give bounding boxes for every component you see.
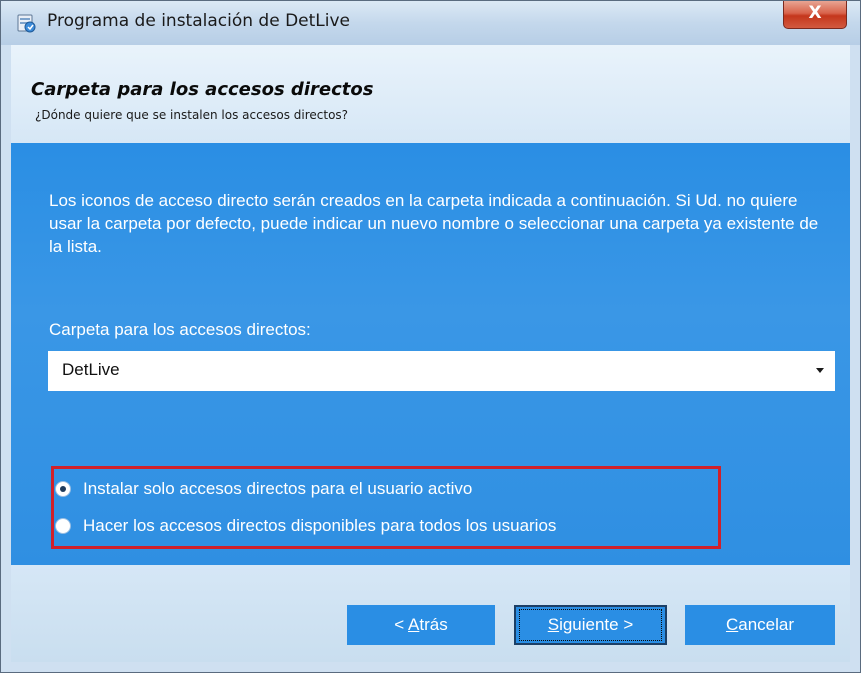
back-button-label: < Atrás (394, 615, 448, 634)
window-title: Programa de instalación de DetLive (47, 11, 351, 31)
radio-current-user[interactable]: Instalar solo accesos directos para el u… (53, 475, 472, 503)
chevron-down-icon[interactable] (813, 363, 827, 377)
next-button-label: Siguiente > (547, 615, 634, 634)
description-text: Los iconos de acceso directo serán cread… (49, 191, 819, 256)
close-button[interactable]: X (783, 1, 847, 29)
next-button[interactable]: Siguiente > (514, 605, 667, 645)
folder-label: Carpeta para los accesos directos: (49, 320, 311, 339)
close-icon: X (808, 3, 822, 23)
radio-button-all-users[interactable] (55, 518, 71, 534)
radio-label-all-users: Hacer los accesos directos disponibles p… (83, 516, 557, 535)
radio-label-current-user: Instalar solo accesos directos para el u… (83, 479, 473, 498)
title-bar[interactable]: Programa de instalación de DetLive X (1, 1, 860, 45)
radio-all-users[interactable]: Hacer los accesos directos disponibles p… (53, 512, 556, 540)
cancel-button[interactable]: Cancelar (685, 605, 835, 645)
radio-button-current-user[interactable] (55, 481, 71, 497)
page-title: Carpeta para los accesos directos (31, 79, 374, 100)
back-button[interactable]: < Atrás (347, 605, 495, 645)
cancel-button-label: Cancelar (725, 615, 795, 634)
installer-icon (17, 14, 36, 33)
folder-combobox-value: DetLive (62, 360, 120, 379)
page-subtitle: ¿Dónde quiere que se instalen los acceso… (35, 108, 349, 122)
folder-combobox[interactable]: DetLive (48, 351, 835, 391)
installer-window: Programa de instalación de DetLive X Car… (0, 0, 861, 673)
